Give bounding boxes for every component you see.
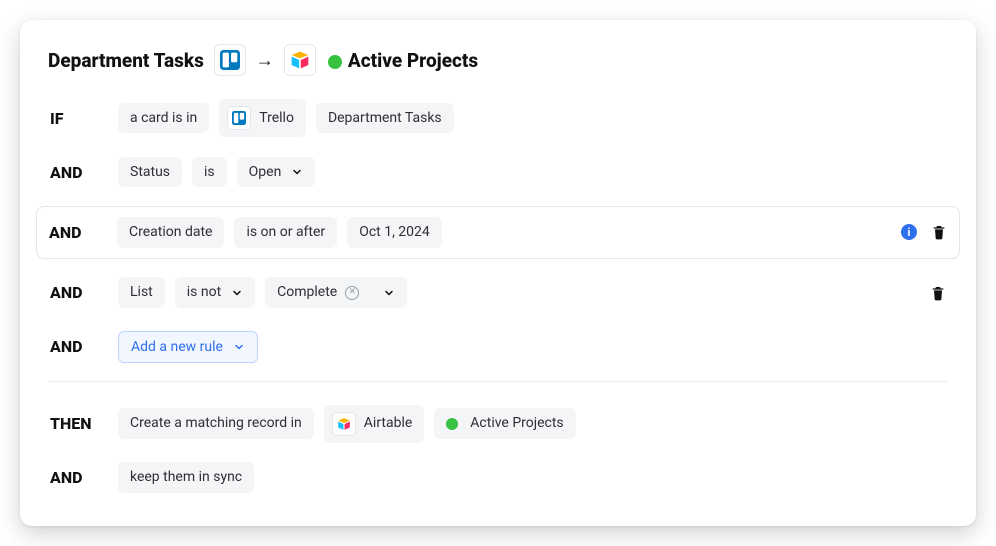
pill-value-complete-label: Complete (277, 284, 337, 301)
pill-op-on-or-after[interactable]: is on or after (234, 217, 337, 248)
chevron-down-icon (231, 287, 243, 299)
add-new-rule-button[interactable]: Add a new rule (118, 331, 258, 363)
remove-value-icon[interactable]: ✕ (345, 286, 359, 300)
rule-row-then: THEN Create a matching record in Airtabl… (48, 404, 948, 444)
trello-app-badge (214, 44, 246, 76)
op-and: AND (50, 283, 108, 302)
rule-editor-card: Department Tasks → Active Projects IF a … (20, 20, 976, 526)
pill-field-status[interactable]: Status (118, 157, 182, 188)
trello-app-badge-small (227, 106, 251, 130)
pill-create-record[interactable]: Create a matching record in (118, 408, 314, 439)
airtable-icon (337, 417, 351, 431)
rule-row-add: AND Add a new rule (48, 327, 948, 367)
rule-row-sync: AND keep them in sync (48, 458, 948, 498)
pill-field-list[interactable]: List (118, 277, 165, 308)
pill-op-is-not-label: is not (187, 284, 221, 301)
row-actions (930, 284, 946, 302)
trash-icon[interactable] (930, 284, 946, 302)
rule-row-creation-date[interactable]: AND Creation date is on or after Oct 1, … (36, 206, 960, 259)
status-dot-icon (446, 418, 458, 430)
op-and: AND (49, 223, 107, 242)
pill-source-tool-label: Trello (259, 110, 294, 127)
pill-source-tool[interactable]: Trello (219, 99, 306, 137)
pill-value-open-label: Open (249, 164, 282, 181)
trash-icon[interactable] (931, 223, 947, 241)
pill-source-board[interactable]: Department Tasks (316, 103, 454, 134)
dest-board-title: Active Projects (348, 49, 478, 72)
pill-card-is-in[interactable]: a card is in (118, 103, 209, 134)
pill-dest-project-label: Active Projects (470, 415, 563, 432)
chevron-down-icon (291, 166, 303, 178)
pill-value-date[interactable]: Oct 1, 2024 (347, 217, 442, 248)
section-divider (48, 381, 948, 382)
pill-op-is[interactable]: is (192, 157, 227, 188)
op-and: AND (50, 163, 108, 182)
chevron-down-icon (233, 341, 245, 353)
pill-keep-in-sync[interactable]: keep them in sync (118, 462, 254, 493)
rule-row-status: AND Status is Open (48, 152, 948, 192)
chevron-down-icon (383, 287, 395, 299)
pill-dest-tool[interactable]: Airtable (324, 405, 425, 443)
op-and: AND (50, 337, 108, 356)
status-dot-icon (328, 55, 342, 69)
op-if: IF (50, 109, 108, 128)
trello-icon (232, 111, 246, 125)
op-and: AND (50, 468, 108, 487)
sync-header: Department Tasks → Active Projects (48, 44, 948, 76)
airtable-app-badge (284, 44, 316, 76)
row-actions: i (901, 223, 947, 241)
op-then: THEN (50, 414, 108, 433)
pill-value-complete[interactable]: Complete ✕ (265, 277, 407, 308)
rule-row-if: IF a card is in Trello Department Tasks (48, 98, 948, 138)
pill-value-open[interactable]: Open (237, 157, 316, 188)
pill-dest-tool-label: Airtable (364, 415, 413, 432)
add-new-rule-label: Add a new rule (131, 339, 223, 355)
info-icon[interactable]: i (901, 224, 917, 240)
pill-op-is-not[interactable]: is not (175, 277, 255, 308)
dest-title: Active Projects (328, 49, 478, 72)
pill-field-creation-date[interactable]: Creation date (117, 217, 224, 248)
airtable-icon (290, 50, 310, 70)
trello-icon (220, 50, 240, 70)
arrow-icon: → (256, 50, 274, 71)
source-board-title: Department Tasks (48, 49, 204, 72)
airtable-app-badge-small (332, 412, 356, 436)
rule-row-list: AND List is not Complete ✕ (48, 273, 948, 313)
pill-dest-project[interactable]: Active Projects (434, 408, 575, 439)
